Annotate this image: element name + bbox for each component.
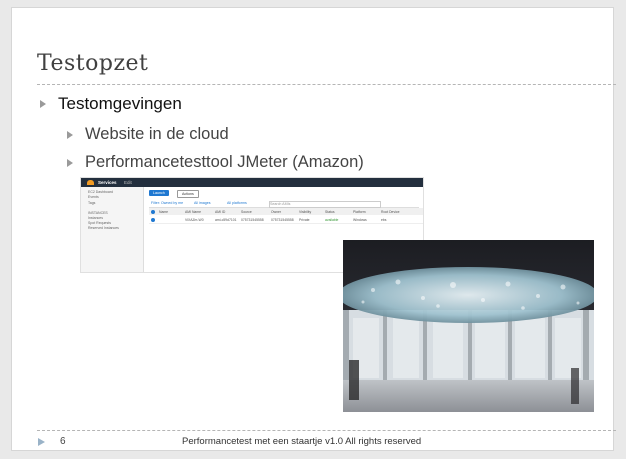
sidebar-item: Instances	[88, 216, 103, 220]
sidebar-item: EC2 Dashboard	[88, 190, 113, 194]
table-header: Name AMI Name AMI ID Source Owner Visibi…	[149, 208, 423, 215]
table-cell: ami-c59d7101	[215, 217, 237, 222]
column-header: Root Device	[381, 209, 400, 214]
launch-button: Launch	[149, 190, 169, 196]
table-cell: 075731545558	[241, 217, 264, 222]
table-cell: 075731545558	[271, 217, 294, 222]
filter-bar: Filter: Owned by me All images All platf…	[149, 200, 419, 208]
sidebar-item: Reserved Instances	[88, 226, 119, 230]
filter-images: All images	[194, 201, 211, 205]
aws-logo-icon	[87, 180, 94, 185]
column-header: AMI Name	[185, 209, 202, 214]
column-header: Visibility	[299, 209, 312, 214]
photo-image	[343, 240, 594, 412]
bullet-text: Testomgevingen	[58, 94, 182, 113]
column-header: AMI ID	[215, 209, 226, 214]
table-cell: Private	[299, 217, 310, 222]
footer-divider	[37, 430, 616, 431]
column-header: Source	[241, 209, 252, 214]
slide-title: Testopzet	[37, 51, 149, 76]
sidebar-item: Tags	[88, 201, 96, 205]
search-field: Search AMIs	[269, 200, 381, 208]
table-cell: ViXAZm-W0	[185, 217, 204, 222]
table-cell: Windows	[353, 217, 367, 222]
bullet-text: Performancetesttool JMeter (Amazon)	[85, 153, 364, 171]
sidebar-item: Events	[88, 195, 99, 199]
column-header: Name	[159, 209, 169, 214]
bullet-triangle-icon	[67, 158, 73, 167]
column-header: Owner	[271, 209, 281, 214]
footer-triangle-icon	[38, 438, 45, 446]
table-row: ViXAZm-W0 ami-c59d7101 075731545558 0757…	[149, 216, 423, 224]
bullet-level1: Testomgevingen	[40, 94, 182, 114]
column-header: Status	[325, 209, 335, 214]
page-number: 6	[60, 436, 66, 447]
services-menu: Services	[98, 179, 117, 185]
actions-button: Actions	[177, 190, 199, 198]
sidebar-item: Spot Requests	[88, 221, 111, 225]
select-all-icon	[151, 209, 155, 214]
sidebar-item: INSTANCES	[88, 211, 108, 215]
footer-text: Performancetest met een staartje v1.0 Al…	[182, 436, 422, 447]
aws-topbar: Services Edit	[81, 178, 423, 187]
aws-sidebar: EC2 Dashboard Events Tags INSTANCES Inst…	[81, 187, 144, 272]
bullet-triangle-icon	[40, 100, 46, 108]
bullet-triangle-icon	[67, 130, 73, 139]
table-cell: available	[325, 217, 339, 222]
bullet-level2: Performancetesttool JMeter (Amazon)	[67, 153, 364, 172]
title-divider	[37, 84, 616, 85]
column-header: Platform	[353, 209, 366, 214]
building-interior-photo	[343, 240, 594, 412]
table-cell: ebs	[381, 217, 387, 222]
edit-menu: Edit	[124, 179, 132, 185]
row-select-icon	[151, 217, 155, 222]
bullet-level2: Website in de cloud	[67, 125, 229, 144]
filter-platforms: All platforms	[227, 201, 247, 205]
bullet-text: Website in de cloud	[85, 125, 229, 143]
filter-owner: Filter: Owned by me	[151, 201, 184, 205]
